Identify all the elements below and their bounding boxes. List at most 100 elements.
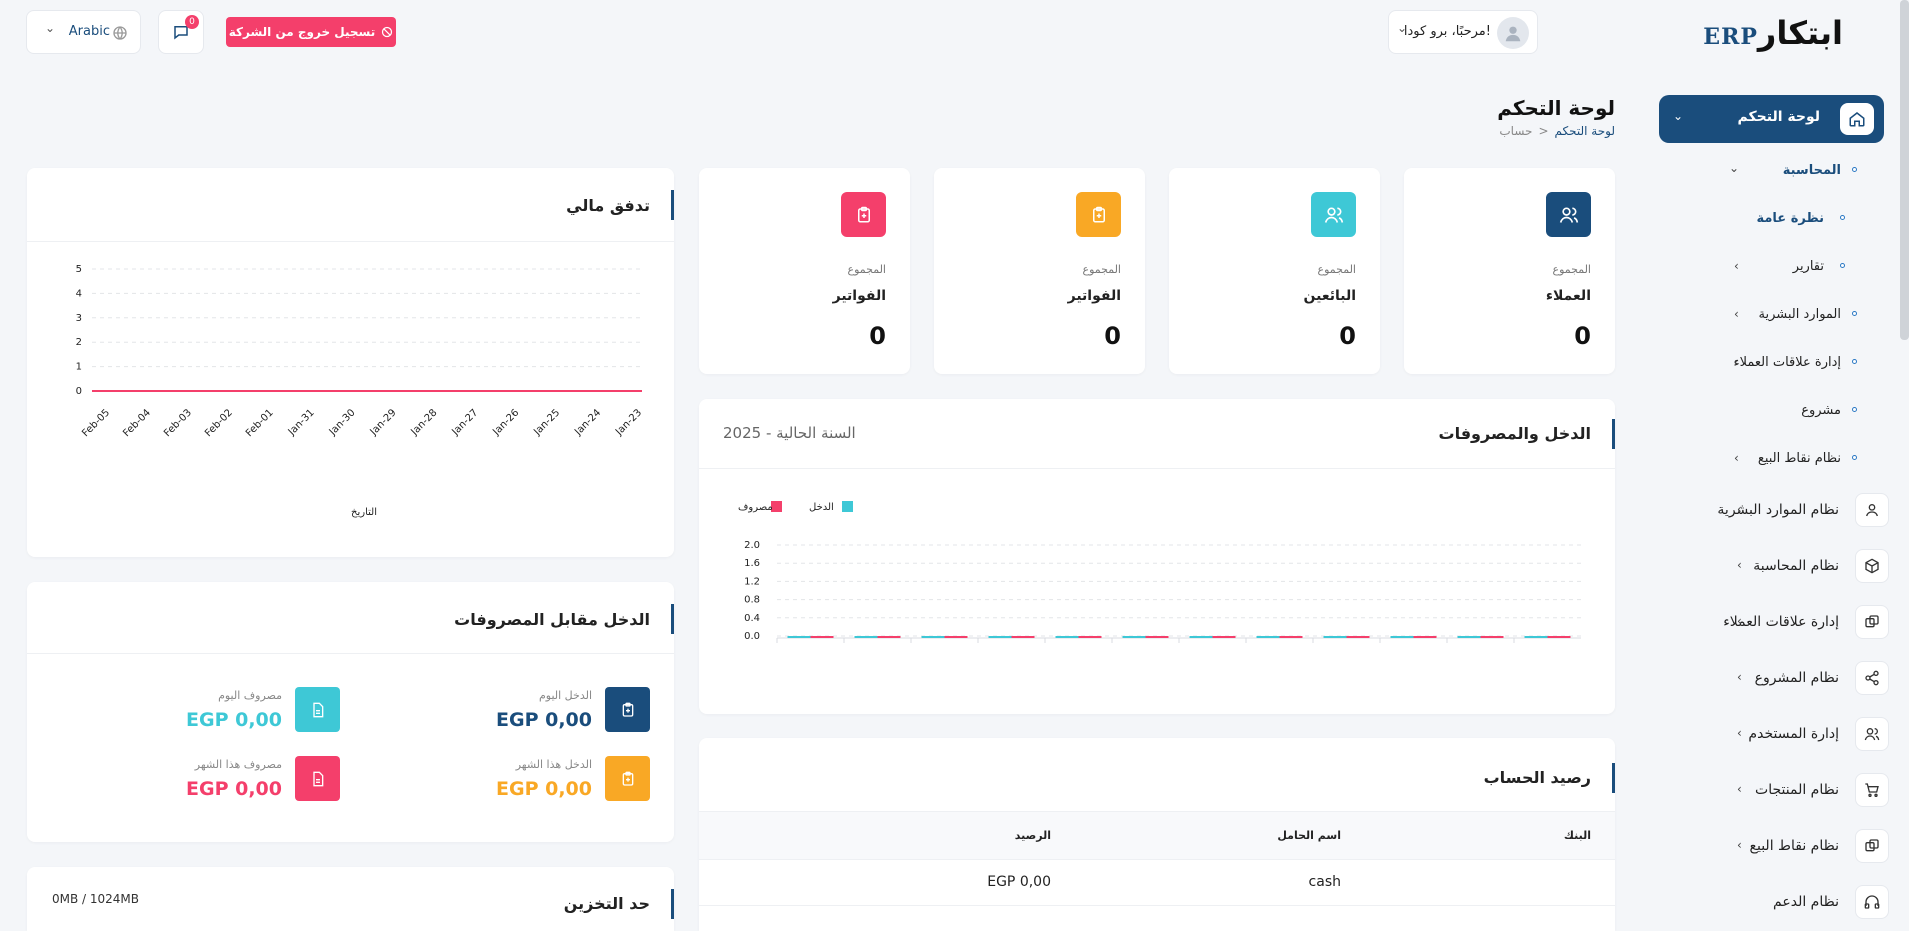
bullet-icon <box>1840 263 1845 268</box>
submenu-label: الموارد البشرية <box>1758 307 1841 322</box>
stat-card-invoices[interactable]: المجموع الفواتير 0 <box>934 168 1145 374</box>
metric-label: مصروف هذا الشهر <box>194 758 282 771</box>
bar <box>1189 636 1213 638</box>
document-icon-box <box>295 687 340 732</box>
chevron-left-icon: ‹ <box>1734 259 1739 273</box>
submenu-crm[interactable]: إدارة علاقات العملاء ‹ <box>1669 352 1909 376</box>
bar <box>854 636 878 638</box>
submenu-label: نظام نقاط البيع <box>1757 451 1841 466</box>
submenu-hr[interactable]: الموارد البشرية ‹ <box>1669 304 1909 328</box>
sidebar-item-label: نظام المشروع <box>1754 670 1839 686</box>
share-icon <box>1865 670 1879 686</box>
chevron-left-icon: ‹ <box>1737 670 1742 684</box>
logout-company-button[interactable]: تسجيل خروج من الشركة <box>226 17 396 47</box>
stat-label: الفواتير <box>1067 288 1121 304</box>
user-icon-box <box>1855 493 1889 527</box>
chevron-left-icon: ‹ <box>1737 614 1742 628</box>
storage-card: حد التخزين 0MB / 1024MB <box>27 867 674 931</box>
metric-label: الدخل اليوم <box>538 689 592 702</box>
avatar-icon <box>1505 26 1521 42</box>
chevron-left-icon: ‹ <box>1734 355 1739 369</box>
cell-holder: cash <box>1308 874 1341 890</box>
metric-value: EGP 0,00 <box>496 778 592 800</box>
metric-value: EGP 0,00 <box>186 709 282 731</box>
greeting-text: مرحبًا، برو كودا! <box>1403 24 1491 39</box>
sidebar-item-hr-system[interactable]: نظام الموارد البشرية ‹ <box>1669 493 1909 529</box>
card-title: الدخل والمصروفات <box>1438 424 1591 443</box>
stat-card-customers[interactable]: المجموع العملاء 0 <box>1404 168 1615 374</box>
chevron-down-icon: ⌄ <box>1673 109 1684 123</box>
sidebar-item-pos-system[interactable]: نظام نقاط البيع ‹ <box>1669 829 1909 865</box>
submenu-accounting[interactable]: المحاسبة ⌄ <box>1669 160 1909 184</box>
chevron-left-icon: ‹ <box>1737 726 1742 740</box>
bar <box>921 636 945 638</box>
stat-sub: المجموع <box>1552 263 1591 276</box>
bullet-icon <box>1852 359 1857 364</box>
sidebar-item-user-management[interactable]: إدارة المستخدم ‹ <box>1669 717 1909 753</box>
submenu-project[interactable]: مشروع <box>1669 400 1909 424</box>
sidebar-item-products-system[interactable]: نظام المنتجات ‹ <box>1669 773 1909 809</box>
layers-icon-box <box>1855 829 1889 863</box>
income-expense-chart: الدخل مصروف 0.0 0.4 0.8 1.2 1.6 2.0 <box>738 501 1581 643</box>
clipboard-icon-box <box>605 687 650 732</box>
legend-swatch-income <box>842 501 853 512</box>
notifications-button[interactable]: 0 <box>158 10 204 54</box>
y-tick-label: 1.6 <box>744 558 760 569</box>
y-tick-label: 1 <box>76 362 82 373</box>
bullet-icon <box>1840 215 1845 220</box>
brand-logo[interactable]: ERP ابتكار <box>1703 14 1843 54</box>
logo-text: ابتكار <box>1757 14 1843 52</box>
stat-card-vendors[interactable]: المجموع البائعين 0 <box>1169 168 1380 374</box>
sidebar-item-dashboard[interactable]: لوحة التحكم ⌄ <box>1659 95 1884 143</box>
submenu-pos[interactable]: نظام نقاط البيع ‹ <box>1669 448 1909 472</box>
bar <box>1457 636 1481 638</box>
sidebar-item-project-system[interactable]: نظام المشروع ‹ <box>1669 661 1909 697</box>
user-menu[interactable]: مرحبًا، برو كودا! ⌄ <box>1388 10 1538 54</box>
language-selector[interactable]: Arabic ⌄ <box>26 10 141 54</box>
bar <box>944 636 968 638</box>
language-label: Arabic <box>68 24 110 39</box>
notification-badge: 0 <box>185 15 199 29</box>
chevron-left-icon: ‹ <box>1737 838 1742 852</box>
metric-value: EGP 0,00 <box>496 709 592 731</box>
sidebar-item-crm[interactable]: إدارة علاقات العملاء ‹ <box>1669 605 1909 641</box>
layers-icon-box <box>1855 605 1889 639</box>
users-icon <box>1864 728 1880 741</box>
globe-icon <box>113 26 127 40</box>
logout-label: تسجيل خروج من الشركة <box>228 25 376 39</box>
table-row[interactable]: cash EGP 0,00 <box>699 860 1615 906</box>
bullet-icon <box>1852 311 1857 316</box>
column-header-holder: اسم الحامل <box>1277 829 1341 842</box>
legend-label-income: الدخل <box>809 502 834 513</box>
stat-label: العملاء <box>1545 288 1591 304</box>
breadcrumb-home[interactable]: لوحة التحكم <box>1555 124 1616 138</box>
y-tick-label: 0.0 <box>744 631 760 642</box>
sidebar: ERP ابتكار لوحة التحكم ⌄ المحاسبة ⌄ نظرة… <box>1659 0 1909 931</box>
bullet-icon <box>1852 407 1857 412</box>
sidebar-item-label: نظام المحاسبة <box>1753 558 1839 574</box>
y-tick-label: 2 <box>76 337 82 348</box>
stat-card-bills[interactable]: المجموع الفواتير 0 <box>699 168 910 374</box>
chevron-left-icon: ‹ <box>1734 451 1739 465</box>
x-tick-label: Feb-01 <box>244 407 276 439</box>
submenu-reports[interactable]: تقارير ‹ <box>1669 256 1909 280</box>
clipboard-icon <box>1092 206 1105 222</box>
sidebar-item-accounting-system[interactable]: نظام المحاسبة ‹ <box>1669 549 1909 585</box>
bar <box>810 636 834 638</box>
breadcrumb-separator: < <box>1538 124 1549 138</box>
submenu-overview[interactable]: نظرة عامة <box>1669 208 1909 232</box>
x-tick-label: Jan-24 <box>572 407 603 438</box>
submenu-label: المحاسبة <box>1782 163 1841 178</box>
breadcrumb: لوحة التحكم < حساب <box>1499 124 1615 138</box>
sidebar-scrollbar[interactable] <box>1900 0 1909 340</box>
cashflow-chart: 0 1 2 3 4 5 Feb-05 Feb-04 Feb-03 Feb-02 Feb-01 Jan-… <box>76 264 644 518</box>
share-icon-box <box>1855 661 1889 695</box>
bar <box>1122 636 1146 638</box>
bar <box>1413 636 1437 638</box>
y-tick-label: 0 <box>76 386 82 397</box>
sidebar-item-support-system[interactable]: نظام الدعم <box>1669 885 1909 921</box>
bar <box>1480 636 1504 638</box>
account-balance-card: رصيد الحساب البنك اسم الحامل الرصيد cash… <box>699 738 1615 931</box>
logo-erp: ERP <box>1703 24 1758 50</box>
x-tick-label: Feb-03 <box>162 407 194 439</box>
